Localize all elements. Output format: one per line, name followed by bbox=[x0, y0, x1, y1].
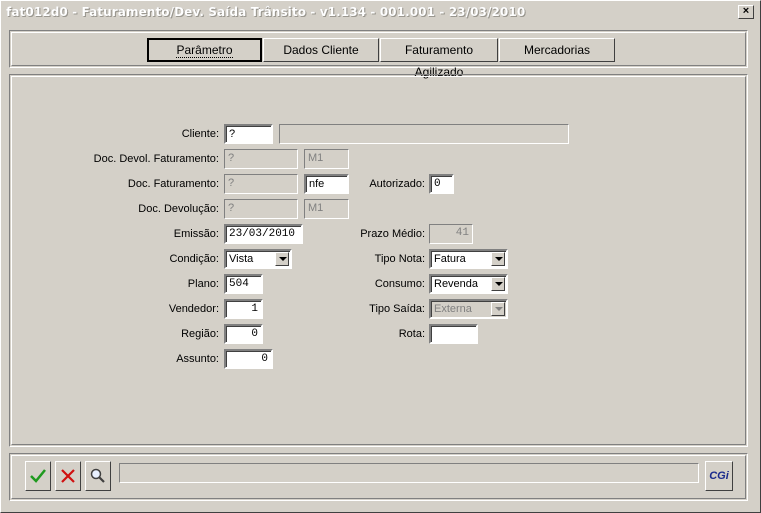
chevron-down-icon[interactable] bbox=[491, 252, 505, 266]
rota-label: Rota: bbox=[398, 328, 425, 340]
cgi-logo-button[interactable]: CGi bbox=[705, 461, 733, 491]
confirm-button[interactable] bbox=[25, 461, 51, 491]
tab-label: Dados Cliente bbox=[283, 43, 359, 57]
title-bar[interactable]: fat012d0 - Faturamento/Dev. Saída Trânsi… bbox=[2, 2, 759, 22]
emissao-input[interactable]: 23/03/2010 bbox=[224, 224, 303, 244]
consumo-label: Consumo: bbox=[374, 278, 425, 290]
cancel-button[interactable] bbox=[55, 461, 81, 491]
rota-input[interactable] bbox=[429, 324, 478, 344]
cliente-label: Cliente: bbox=[181, 128, 219, 140]
consumo-value: Revenda bbox=[434, 278, 479, 290]
doc-devolucao-label: Doc. Devolução: bbox=[138, 203, 219, 215]
tab-mercadorias[interactable]: Mercadorias bbox=[499, 38, 615, 62]
tipo-nota-value: Fatura bbox=[434, 253, 466, 265]
assunto-label: Assunto: bbox=[176, 353, 219, 365]
vendedor-input[interactable]: 1 bbox=[224, 299, 263, 319]
tipo-saida-label: Tipo Saída: bbox=[369, 303, 425, 315]
tab-label: Mercadorias bbox=[523, 43, 591, 57]
plano-label: Plano: bbox=[187, 278, 219, 290]
doc-devolucao-field: ? bbox=[224, 199, 298, 219]
doc-devol-faturamento-serie-field: M1 bbox=[304, 149, 349, 169]
doc-faturamento-label: Doc. Faturamento: bbox=[127, 178, 219, 190]
cliente-name-field bbox=[279, 124, 569, 144]
tipo-nota-label: Tipo Nota: bbox=[374, 253, 425, 265]
condicao-select[interactable]: Vista bbox=[224, 249, 292, 269]
plano-input[interactable]: 504 bbox=[224, 274, 263, 294]
doc-devol-faturamento-label: Doc. Devol. Faturamento: bbox=[93, 153, 219, 165]
emissao-label: Emissão: bbox=[173, 228, 219, 240]
close-button[interactable]: × bbox=[738, 5, 754, 19]
vendedor-label: Vendedor: bbox=[168, 303, 219, 315]
regiao-input[interactable]: 0 bbox=[224, 324, 263, 344]
magnifier-icon bbox=[90, 468, 105, 483]
doc-devolucao-serie-field: M1 bbox=[304, 199, 349, 219]
condicao-value: Vista bbox=[229, 253, 254, 265]
chevron-down-icon bbox=[491, 302, 505, 316]
main-window: fat012d0 - Faturamento/Dev. Saída Trânsi… bbox=[0, 0, 761, 513]
consumo-select[interactable]: Revenda bbox=[429, 274, 508, 294]
tipo-saida-select: Externa bbox=[429, 299, 508, 319]
condicao-label: Condição: bbox=[169, 253, 219, 265]
cliente-code-input[interactable]: ? bbox=[224, 124, 273, 144]
tab-parametro[interactable]: Parâmetro bbox=[147, 38, 262, 62]
chevron-down-icon[interactable] bbox=[491, 277, 505, 291]
tipo-nota-select[interactable]: Fatura bbox=[429, 249, 508, 269]
prazo-medio-field: 41 bbox=[429, 224, 473, 244]
doc-faturamento-serie-input[interactable]: nfe bbox=[304, 174, 349, 194]
close-icon: × bbox=[742, 5, 750, 17]
check-icon bbox=[30, 469, 46, 483]
tipo-saida-value: Externa bbox=[434, 303, 472, 315]
window-title: fat012d0 - Faturamento/Dev. Saída Trânsi… bbox=[6, 5, 526, 19]
prazo-medio-label: Prazo Médio: bbox=[360, 228, 425, 240]
cgi-logo: CGi bbox=[709, 470, 729, 482]
assunto-input[interactable]: 0 bbox=[224, 349, 273, 369]
regiao-label: Região: bbox=[181, 328, 219, 340]
chevron-down-icon[interactable] bbox=[275, 252, 289, 266]
tab-label: Parâmetro bbox=[176, 43, 233, 58]
x-icon bbox=[61, 469, 75, 483]
doc-faturamento-field: ? bbox=[224, 174, 298, 194]
status-field bbox=[119, 463, 699, 483]
doc-devol-faturamento-field: ? bbox=[224, 149, 298, 169]
autorizado-input[interactable]: 0 bbox=[429, 174, 454, 194]
search-button[interactable] bbox=[85, 461, 111, 491]
tab-faturamento-agilizado[interactable]: Faturamento Agilizado bbox=[380, 38, 498, 79]
tab-dados-cliente[interactable]: Dados Cliente bbox=[263, 38, 379, 62]
autorizado-label: Autorizado: bbox=[369, 178, 425, 190]
